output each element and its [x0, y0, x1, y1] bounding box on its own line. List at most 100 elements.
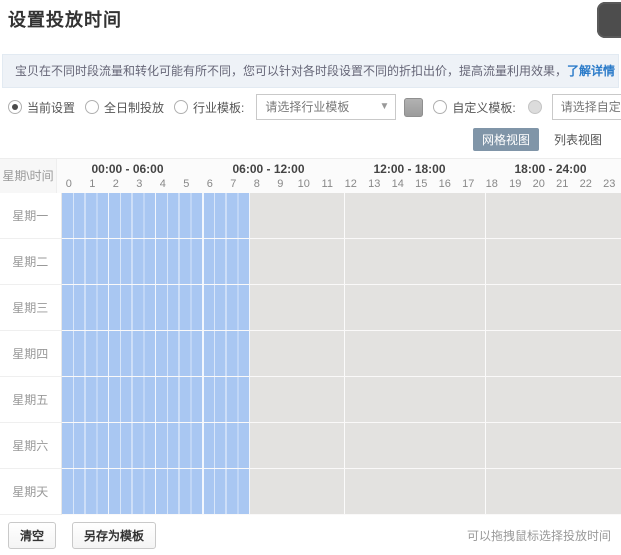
day-label: 星期二: [0, 239, 62, 285]
hour-label: 23: [598, 177, 621, 193]
day-row: 星期二: [0, 239, 621, 285]
hour-label: 2: [104, 177, 128, 193]
selected-time-block[interactable]: [62, 193, 250, 238]
day-cells[interactable]: [62, 239, 621, 285]
selected-time-block[interactable]: [62, 331, 250, 376]
time-group-label: 18:00 - 24:00: [480, 159, 621, 177]
page-title: 设置投放时间: [8, 6, 122, 32]
radio-icon: [174, 100, 188, 114]
view-toggle: 网格视图 列表视图: [0, 126, 621, 152]
hour-label: 4: [151, 177, 175, 193]
time-group-label: 12:00 - 18:00: [339, 159, 480, 177]
hour-label: 0: [57, 177, 81, 193]
time-group-label: 00:00 - 06:00: [57, 159, 198, 177]
hour-label: 16: [433, 177, 457, 193]
selected-time-block[interactable]: [62, 285, 250, 330]
set-delivery-time-page: 设置投放时间 宝贝在不同时段流量和转化可能有所不同，您可以针对各时段设置不同的折…: [0, 0, 621, 555]
radio-icon: [8, 100, 22, 114]
save-as-template-button[interactable]: 另存为模板: [72, 522, 156, 549]
industry-template-placeholder: 请选择行业模板: [265, 100, 349, 114]
day-cells[interactable]: [62, 423, 621, 469]
radio-icon: [85, 100, 99, 114]
group-separator: [344, 423, 345, 468]
custom-template-select[interactable]: 请选择自定义模板 ▼: [552, 94, 621, 120]
hour-label: 11: [316, 177, 340, 193]
group-separator: [344, 239, 345, 284]
radio-current-label: 当前设置: [27, 99, 75, 116]
day-row: 星期五: [0, 377, 621, 423]
group-separator: [485, 239, 486, 284]
clear-button[interactable]: 清空: [8, 522, 56, 549]
group-separator: [344, 193, 345, 238]
selected-time-block[interactable]: [62, 423, 250, 468]
notice-text: 宝贝在不同时段流量和转化可能有所不同，您可以针对各时段设置不同的折扣出价，提高流…: [15, 64, 567, 78]
hour-label: 21: [551, 177, 575, 193]
group-separator: [485, 377, 486, 422]
radio-custom-template[interactable]: 自定义模板:: [433, 99, 515, 116]
group-separator: [203, 239, 204, 284]
day-label: 星期三: [0, 285, 62, 331]
radio-fullday[interactable]: 全日制投放: [85, 99, 164, 116]
hour-label: 3: [128, 177, 152, 193]
day-label: 星期一: [0, 193, 62, 239]
template-badge-icon[interactable]: [404, 98, 423, 117]
group-separator: [203, 377, 204, 422]
time-group-label: 06:00 - 12:00: [198, 159, 339, 177]
time-grid-body: 星期一星期二星期三星期四星期五星期六星期天: [0, 193, 621, 515]
group-separator: [485, 285, 486, 330]
list-view-button[interactable]: 列表视图: [545, 128, 611, 151]
top-right-cutoff-button[interactable]: [597, 2, 621, 38]
notice-bar: 宝贝在不同时段流量和转化可能有所不同，您可以针对各时段设置不同的折扣出价，提高流…: [2, 54, 619, 88]
grid-header-right: 00:00 - 06:0006:00 - 12:0012:00 - 18:001…: [57, 159, 621, 193]
options-row: 当前设置 全日制投放 行业模板: 请选择行业模板 ▼ 自定义模板: 请选择自定义…: [0, 88, 621, 126]
day-row: 星期一: [0, 193, 621, 239]
radio-icon: [433, 100, 447, 114]
group-separator: [203, 331, 204, 376]
group-separator: [485, 423, 486, 468]
group-separator: [203, 285, 204, 330]
hour-label: 5: [175, 177, 199, 193]
hour-label: 14: [386, 177, 410, 193]
hour-label: 1: [81, 177, 105, 193]
radio-fullday-label: 全日制投放: [104, 99, 164, 116]
group-separator: [203, 193, 204, 238]
group-separator: [344, 469, 345, 514]
grid-view-button[interactable]: 网格视图: [473, 128, 539, 151]
radio-industry-label: 行业模板:: [193, 99, 244, 116]
day-cells[interactable]: [62, 469, 621, 515]
day-label: 星期五: [0, 377, 62, 423]
industry-template-select[interactable]: 请选择行业模板 ▼: [256, 94, 396, 120]
group-separator: [344, 377, 345, 422]
selected-time-block[interactable]: [62, 469, 250, 514]
hour-label: 6: [198, 177, 222, 193]
hour-label: 9: [269, 177, 293, 193]
footer-row: 清空 另存为模板 可以拖拽鼠标选择投放时间: [0, 522, 621, 549]
day-cells[interactable]: [62, 285, 621, 331]
radio-custom-label: 自定义模板:: [452, 99, 515, 116]
selected-time-block[interactable]: [62, 377, 250, 422]
day-row: 星期三: [0, 285, 621, 331]
radio-current-setting[interactable]: 当前设置: [8, 99, 75, 116]
day-label: 星期天: [0, 469, 62, 515]
day-cells[interactable]: [62, 193, 621, 239]
day-row: 星期四: [0, 331, 621, 377]
hour-label: 15: [410, 177, 434, 193]
radio-industry-template[interactable]: 行业模板:: [174, 99, 244, 116]
hour-label: 19: [504, 177, 528, 193]
time-grid: 星期\时间 00:00 - 06:0006:00 - 12:0012:00 - …: [0, 158, 621, 515]
hour-label-row: 01234567891011121314151617181920212223: [57, 177, 621, 193]
hour-label: 8: [245, 177, 269, 193]
time-grid-header: 星期\时间 00:00 - 06:0006:00 - 12:0012:00 - …: [0, 159, 621, 193]
day-cells[interactable]: [62, 377, 621, 423]
page-header: 设置投放时间: [0, 0, 621, 48]
group-separator: [485, 331, 486, 376]
day-cells[interactable]: [62, 331, 621, 377]
hour-label: 10: [292, 177, 316, 193]
hour-label: 13: [363, 177, 387, 193]
day-row: 星期六: [0, 423, 621, 469]
group-separator: [344, 285, 345, 330]
learn-more-link[interactable]: 了解详情 >>: [567, 64, 619, 78]
selected-time-block[interactable]: [62, 239, 250, 284]
hour-label: 20: [527, 177, 551, 193]
chevron-down-icon: ▼: [379, 95, 389, 119]
